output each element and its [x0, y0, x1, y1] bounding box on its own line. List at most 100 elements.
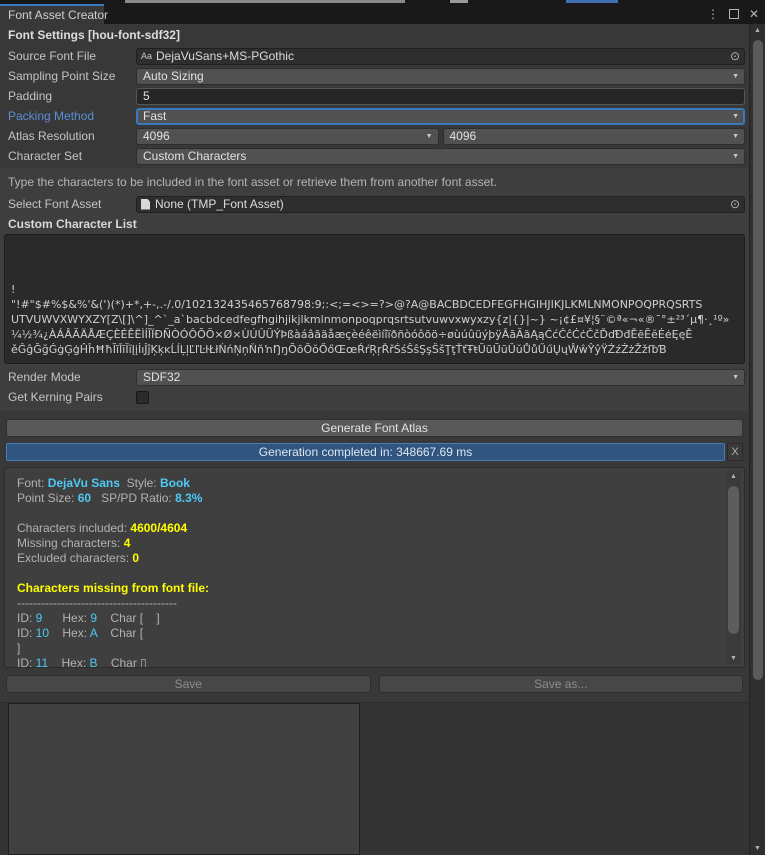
atlas-resolution-label: Atlas Resolution — [4, 129, 136, 143]
log-line — [17, 506, 716, 521]
chevron-down-icon: ▼ — [732, 133, 739, 140]
tab-font-asset-creator[interactable]: Font Asset Creator — [0, 4, 104, 24]
source-font-file-value: DejaVuSans+MS-PGothic — [156, 49, 294, 63]
log-segment: 8.3% — [175, 491, 202, 505]
close-icon[interactable]: ✕ — [749, 7, 759, 21]
scroll-up-icon[interactable]: ▲ — [726, 473, 741, 480]
custom-character-list-input[interactable]: ! "!#"$#%$&%'&(')(*)+*,+-,.-/.0/10213243… — [4, 234, 745, 364]
log-line: ID: 9 Hex: 9 Char [ ] — [17, 611, 716, 626]
generation-output-box: Font: DejaVu Sans Style: BookPoint Size:… — [4, 467, 745, 668]
custom-character-list-label: Custom Character List — [4, 214, 745, 234]
chevron-down-icon: ▼ — [732, 374, 739, 381]
padding-label: Padding — [4, 89, 136, 103]
log-segment: A — [90, 626, 97, 640]
log-segment: DejaVu Sans — [48, 476, 120, 490]
get-kerning-pairs-checkbox[interactable] — [136, 391, 149, 404]
output-scrollbar-thumb[interactable] — [728, 486, 739, 634]
packing-method-dropdown[interactable]: Fast ▼ — [136, 108, 745, 125]
atlas-width-value: 4096 — [143, 129, 170, 143]
character-set-dropdown[interactable]: Custom Characters ▼ — [136, 148, 745, 165]
progress-dismiss-button[interactable]: X — [727, 443, 743, 461]
chevron-down-icon: ▼ — [426, 133, 433, 140]
background-window-remnant-segment — [450, 0, 468, 3]
row-select-font-asset: Select Font Asset None (TMP_Font Asset) … — [4, 194, 745, 214]
select-font-asset-field[interactable]: None (TMP_Font Asset) ⊙ — [136, 196, 745, 213]
background-window-remnant-segment — [125, 0, 405, 3]
log-segment: 4 — [124, 536, 131, 550]
log-line: Point Size: 60 SP/PD Ratio: 8.3% — [17, 491, 716, 506]
maximize-icon[interactable] — [729, 9, 739, 19]
log-segment: Style: — [120, 476, 160, 490]
scroll-down-icon[interactable]: ▼ — [726, 655, 741, 662]
log-segment: Hex: — [49, 626, 90, 640]
custom-characters-section: Type the characters to be included in th… — [0, 168, 749, 411]
window-scrollbar[interactable]: ▲ ▼ — [749, 24, 765, 855]
log-segment: Missing characters: — [17, 536, 124, 550]
generation-progress-bar: Generation completed in: 348667.69 ms — [6, 443, 725, 461]
tab-title: Font Asset Creator — [8, 8, 108, 22]
row-sampling-point-size: Sampling Point Size Auto Sizing ▼ — [4, 66, 745, 86]
chevron-down-icon: ▼ — [732, 73, 739, 80]
atlas-preview-background — [360, 703, 749, 855]
scroll-down-icon[interactable]: ▼ — [750, 845, 765, 852]
window-menu-icon[interactable]: ⋮ — [707, 7, 719, 21]
log-segment: ] — [17, 641, 20, 655]
log-segment: Book — [160, 476, 190, 490]
render-mode-dropdown[interactable]: SDF32 ▼ — [136, 369, 745, 386]
packing-method-value: Fast — [143, 109, 166, 123]
object-picker-icon[interactable]: ⊙ — [730, 197, 740, 211]
generate-font-atlas-button[interactable]: Generate Font Atlas — [6, 419, 743, 437]
window-tab-bar: Font Asset Creator ⋮ ✕ — [0, 4, 765, 24]
window-scrollbar-thumb[interactable] — [753, 40, 763, 680]
log-segment: ID: — [17, 626, 36, 640]
log-segment: Char ▯ — [98, 656, 147, 668]
chevron-down-icon: ▼ — [732, 113, 739, 120]
log-line: Missing characters: 4 — [17, 536, 716, 551]
source-font-file-label: Source Font File — [4, 49, 136, 63]
page-title: Font Settings [hou-font-sdf32] — [4, 24, 745, 46]
source-font-file-field[interactable]: Aa DejaVuSans+MS-PGothic ⊙ — [136, 48, 745, 65]
log-segment: Characters included: — [17, 521, 130, 535]
sampling-point-size-label: Sampling Point Size — [4, 69, 136, 83]
save-buttons-row: Save Save as... — [6, 675, 743, 693]
log-segment: Char [ — [97, 626, 143, 640]
log-segment: Hex: — [42, 611, 90, 625]
output-scrollbar[interactable]: ▲ ▼ — [726, 471, 741, 664]
log-line: Characters missing from font file: — [17, 581, 716, 596]
log-segment: ID: — [17, 656, 36, 668]
generation-log: Font: DejaVu Sans Style: BookPoint Size:… — [5, 468, 744, 668]
atlas-height-dropdown[interactable]: 4096 ▼ — [443, 128, 746, 145]
sampling-point-size-value: Auto Sizing — [143, 69, 204, 83]
row-packing-method: Packing Method Fast ▼ — [4, 106, 745, 126]
character-set-label: Character Set — [4, 149, 136, 163]
save-button[interactable]: Save — [6, 675, 371, 693]
object-picker-icon[interactable]: ⊙ — [730, 49, 740, 63]
log-line: ID: 10 Hex: A Char [ — [17, 626, 716, 641]
help-text: Type the characters to be included in th… — [4, 170, 745, 194]
generation-progress-text: Generation completed in: 348667.69 ms — [259, 445, 472, 459]
row-character-set: Character Set Custom Characters ▼ — [4, 146, 745, 166]
sampling-point-size-dropdown[interactable]: Auto Sizing ▼ — [136, 68, 745, 85]
atlas-height-value: 4096 — [450, 129, 477, 143]
log-line — [17, 566, 716, 581]
log-segment: ID: — [17, 611, 36, 625]
scroll-up-icon[interactable]: ▲ — [750, 27, 765, 34]
log-segment: SP/PD Ratio: — [91, 491, 175, 505]
save-as-button[interactable]: Save as... — [379, 675, 744, 693]
log-segment: 10 — [36, 626, 49, 640]
log-line: Excluded characters: 0 — [17, 551, 716, 566]
row-render-mode: Render Mode SDF32 ▼ — [4, 367, 745, 387]
atlas-width-dropdown[interactable]: 4096 ▼ — [136, 128, 439, 145]
get-kerning-pairs-label: Get Kerning Pairs — [4, 390, 136, 404]
log-line: ---------------------------------------- — [17, 596, 716, 611]
font-asset-icon: Aa — [141, 51, 152, 61]
log-segment: Point Size: — [17, 491, 78, 505]
log-line: ] — [17, 641, 716, 656]
log-segment: Hex: — [48, 656, 89, 668]
log-line: Font: DejaVu Sans Style: Book — [17, 476, 716, 491]
padding-input[interactable]: 5 — [136, 88, 745, 105]
log-segment: 11 — [36, 656, 48, 668]
log-segment: B — [89, 656, 97, 668]
character-set-value: Custom Characters — [143, 149, 246, 163]
generation-progress-row: Generation completed in: 348667.69 ms X — [6, 443, 743, 461]
